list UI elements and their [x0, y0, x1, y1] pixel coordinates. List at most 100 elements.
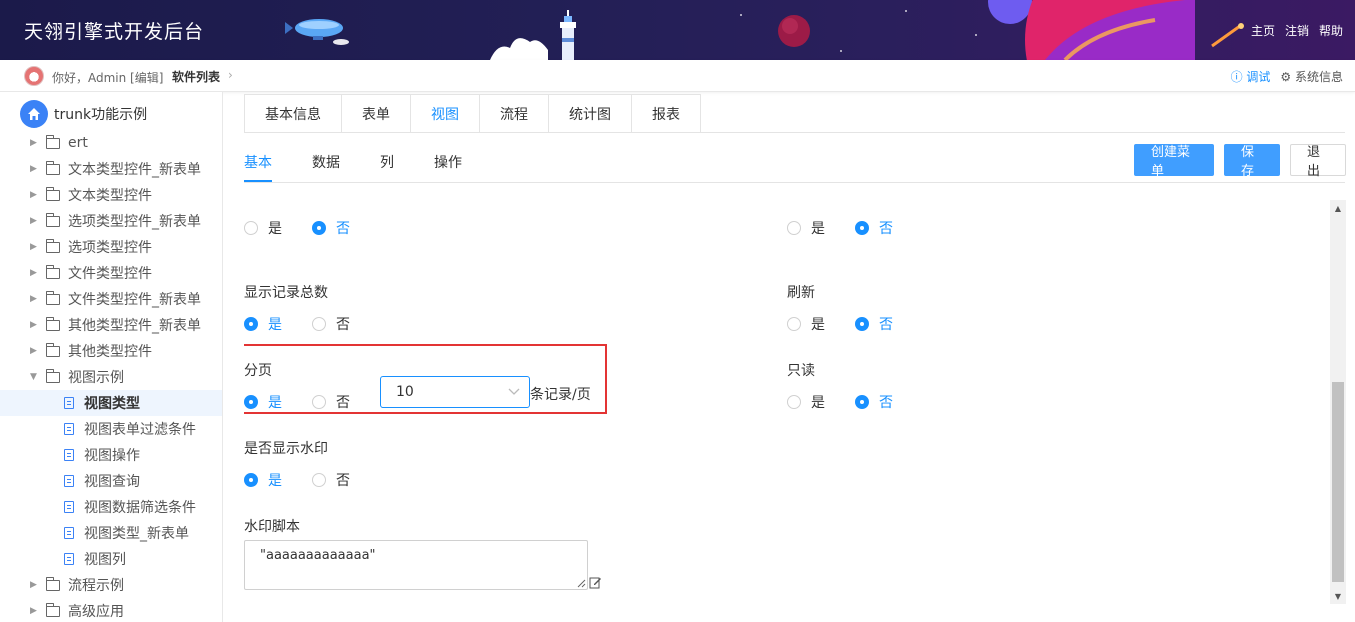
sidebar-item-label: 文本类型控件_新表单	[68, 162, 201, 178]
radio-top-left-no[interactable]: 否	[312, 218, 350, 238]
radio-top-right-yes[interactable]: 是	[787, 218, 825, 238]
sidebar-item-label: 视图查询	[84, 474, 140, 490]
nav-home-link[interactable]: 主页	[1251, 22, 1275, 39]
sub-tab-3[interactable]: 操作	[434, 142, 462, 182]
sidebar-item[interactable]: 视图操作	[0, 442, 222, 468]
scroll-up-icon[interactable]: ▲	[1330, 200, 1346, 216]
sidebar-item[interactable]: ▶ 文件类型控件	[0, 260, 222, 286]
debug-label: 调试	[1246, 70, 1271, 84]
breadcrumb[interactable]: 软件列表	[172, 68, 220, 85]
radio-top-left-yes[interactable]: 是	[244, 218, 282, 238]
caret-right-icon[interactable]: ▶	[30, 268, 40, 278]
radio-label: 否	[336, 317, 350, 333]
sub-tab-2[interactable]: 列	[380, 142, 394, 182]
caret-right-icon[interactable]: ▶	[30, 242, 40, 252]
radio-readonly-yes[interactable]: 是	[787, 392, 825, 412]
sidebar-item[interactable]: 视图表单过滤条件	[0, 416, 222, 442]
sidebar-item[interactable]: 视图类型	[0, 390, 222, 416]
sidebar-item-label: 视图类型	[84, 396, 140, 412]
sidebar-item[interactable]: ▼ 视图示例	[0, 364, 222, 390]
folder-icon	[46, 264, 60, 279]
sub-tab-1[interactable]: 数据	[312, 142, 340, 182]
nav-logout-link[interactable]: 注销	[1285, 22, 1309, 39]
sidebar-item[interactable]: 视图数据筛选条件	[0, 494, 222, 520]
radio-watermark-no[interactable]: 否	[312, 470, 350, 490]
sidebar-item[interactable]: ▶ 文本类型控件	[0, 182, 222, 208]
edit-icon[interactable]	[589, 576, 602, 589]
radio-refresh-no[interactable]: 否	[855, 314, 893, 334]
sub-tab-0[interactable]: 基本	[244, 142, 272, 182]
nav-help-link[interactable]: 帮助	[1319, 22, 1343, 39]
caret-right-icon[interactable]: ▶	[30, 294, 40, 304]
radio-label: 否	[336, 473, 350, 489]
radio-paging-no[interactable]: 否	[312, 392, 350, 412]
chevron-down-icon	[508, 388, 520, 395]
save-button[interactable]: 保存	[1224, 144, 1280, 179]
caret-right-icon[interactable]: ▶	[30, 190, 40, 200]
radio-label: 否	[336, 221, 350, 237]
radio-refresh-yes[interactable]: 是	[787, 314, 825, 334]
exit-button[interactable]: 退出	[1290, 144, 1346, 179]
radio-label: 是	[268, 221, 282, 237]
tab-1[interactable]: 表单	[342, 94, 411, 133]
radio-label: 否	[879, 395, 893, 411]
radio-label: 否	[879, 317, 893, 333]
top-nav: 主页 注销 帮助	[1251, 22, 1343, 39]
radio-dot	[855, 317, 869, 331]
vertical-scrollbar[interactable]: ▲ ▼	[1330, 200, 1346, 604]
radio-readonly-no[interactable]: 否	[855, 392, 893, 412]
sidebar-item[interactable]: 视图列	[0, 546, 222, 572]
caret-right-icon[interactable]: ▶	[30, 580, 40, 590]
caret-down-icon[interactable]: ▼	[30, 372, 40, 382]
radio-show-total-yes[interactable]: 是	[244, 314, 282, 334]
sidebar-item[interactable]: ▶ 文件类型控件_新表单	[0, 286, 222, 312]
sidebar-item-label: 视图列	[84, 552, 126, 568]
tab-0[interactable]: 基本信息	[245, 94, 342, 133]
gear-icon: ⚙	[1280, 70, 1295, 84]
user-greeting[interactable]: 你好，Admin [编辑]	[52, 69, 163, 86]
sidebar-item[interactable]: ▶ 其他类型控件_新表单	[0, 312, 222, 338]
tab-3[interactable]: 流程	[480, 94, 549, 133]
sidebar-item[interactable]: ▶ 文本类型控件_新表单	[0, 156, 222, 182]
resize-grip-icon[interactable]	[576, 578, 586, 588]
scroll-thumb[interactable]	[1332, 382, 1344, 582]
radio-watermark-yes[interactable]: 是	[244, 470, 282, 490]
caret-right-icon[interactable]: ▶	[30, 164, 40, 174]
tab-4[interactable]: 统计图	[549, 94, 632, 133]
sidebar-item-label: 文本类型控件	[68, 188, 152, 204]
watermark-script-textarea[interactable]: "aaaaaaaaaaaaa"	[244, 540, 588, 590]
tab-2[interactable]: 视图	[411, 94, 480, 133]
system-info-link[interactable]: ⚙ 系统信息	[1280, 68, 1343, 85]
caret-right-icon[interactable]: ▶	[30, 216, 40, 226]
page-size-select[interactable]: 10	[380, 376, 530, 408]
create-menu-button[interactable]: 创建菜单	[1134, 144, 1214, 179]
debug-link[interactable]: ⓘ 调试	[1231, 68, 1271, 85]
caret-right-icon[interactable]: ▶	[30, 606, 40, 616]
sidebar-item[interactable]: ▶ ert	[0, 130, 222, 156]
sidebar-item[interactable]: ▶ 高级应用	[0, 598, 222, 622]
radio-paging-yes[interactable]: 是	[244, 392, 282, 412]
sidebar-item[interactable]: ▶ 选项类型控件_新表单	[0, 208, 222, 234]
comet-icon	[1211, 23, 1244, 48]
caret-right-icon[interactable]: ▶	[30, 346, 40, 356]
sidebar-item[interactable]: 视图类型_新表单	[0, 520, 222, 546]
folder-icon	[46, 290, 60, 305]
sidebar-item-label: 文件类型控件_新表单	[68, 292, 201, 308]
tab-5[interactable]: 报表	[632, 94, 701, 133]
sidebar-item[interactable]: ▶ 其他类型控件	[0, 338, 222, 364]
folder-icon	[46, 212, 60, 227]
radio-top-right-no[interactable]: 否	[855, 218, 893, 238]
document-icon	[64, 397, 74, 409]
sub-tabs: 基本 数据列操作	[244, 142, 502, 182]
radio-show-total-no[interactable]: 否	[312, 314, 350, 334]
radio-dot	[855, 221, 869, 235]
caret-right-icon[interactable]: ▶	[30, 320, 40, 330]
folder-icon	[46, 602, 60, 617]
caret-right-icon[interactable]: ▶	[30, 138, 40, 148]
tree-root[interactable]: trunk功能示例	[20, 100, 147, 128]
sidebar-item[interactable]: ▶ 流程示例	[0, 572, 222, 598]
sidebar-item[interactable]: ▶ 选项类型控件	[0, 234, 222, 260]
toolbar-right: ⓘ 调试 ⚙ 系统信息	[1231, 68, 1343, 85]
sidebar-item[interactable]: 视图查询	[0, 468, 222, 494]
scroll-down-icon[interactable]: ▼	[1330, 588, 1346, 604]
